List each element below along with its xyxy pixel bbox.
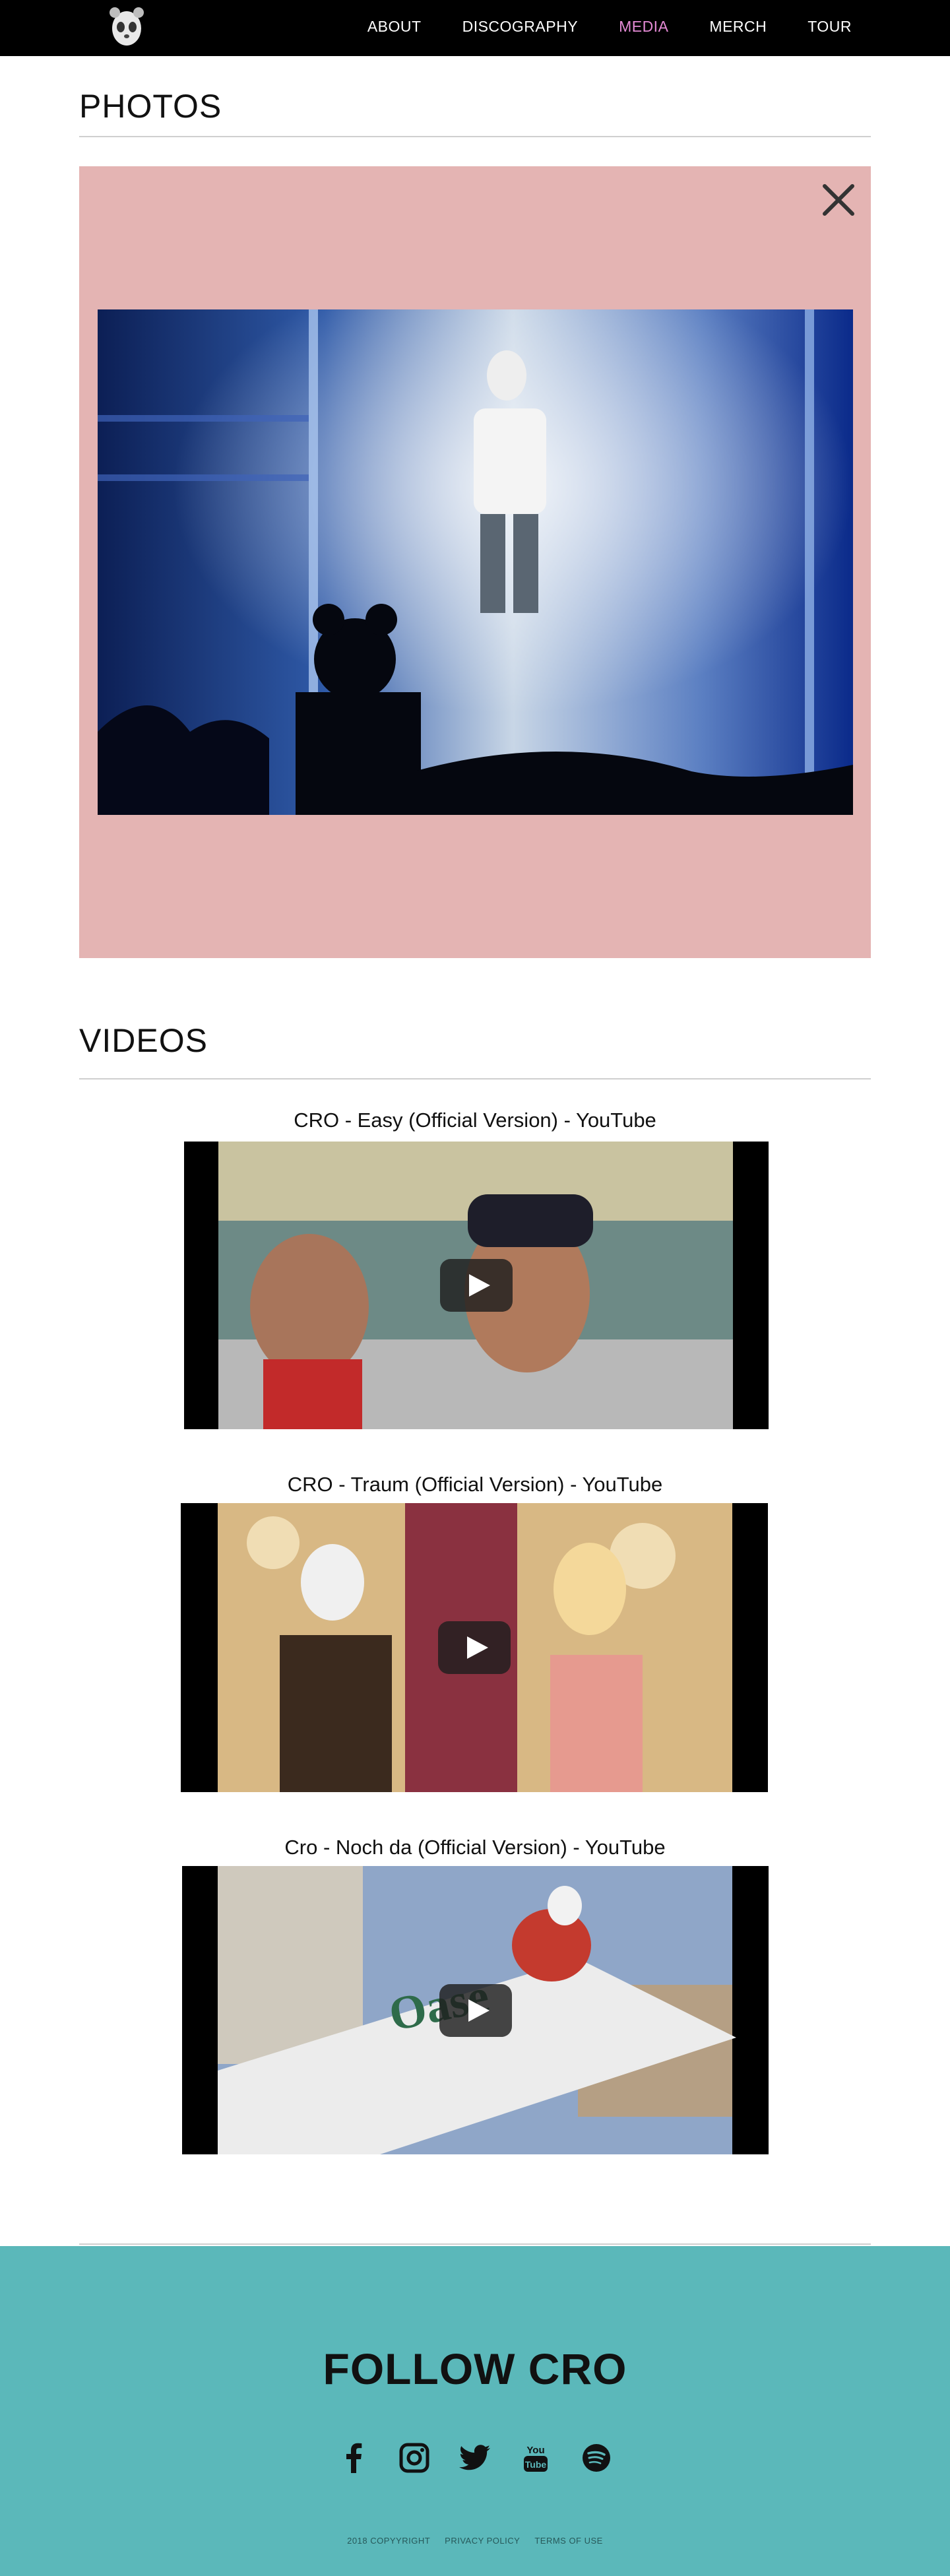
video-player-traum[interactable] (181, 1503, 768, 1792)
svg-text:You: You (526, 2445, 544, 2456)
panda-logo[interactable] (108, 2, 145, 49)
terms-of-use-link[interactable]: TERMS OF USE (534, 2536, 603, 2546)
photos-divider (79, 136, 871, 137)
privacy-policy-link[interactable]: PRIVACY POLICY (445, 2536, 520, 2546)
play-icon[interactable] (439, 1983, 512, 2037)
play-icon[interactable] (438, 1621, 511, 1674)
svg-text:Tube: Tube (525, 2459, 547, 2470)
nav-item-tour[interactable]: TOUR (787, 18, 872, 36)
footer: FOLLOW CRO You Tube 2018 COPYYRIGHT PRIV… (0, 2246, 950, 2576)
nav-item-discography[interactable]: DISCOGRAPHY (442, 18, 598, 36)
legal-links: 2018 COPYYRIGHT PRIVACY POLICY TERMS OF … (0, 2536, 950, 2546)
videos-heading: VIDEOS (79, 1022, 208, 1059)
top-navigation: ABOUT DISCOGRAPHY MEDIA MERCH TOUR (0, 0, 950, 56)
videos-divider (79, 1078, 871, 1079)
nav-item-media[interactable]: MEDIA (598, 18, 689, 36)
spotify-icon[interactable] (579, 2441, 614, 2475)
follow-heading: FOLLOW CRO (323, 2344, 627, 2393)
twitter-icon[interactable] (458, 2441, 492, 2475)
nav-item-about[interactable]: ABOUT (347, 18, 442, 36)
close-icon[interactable] (819, 181, 858, 219)
footer-divider (79, 2243, 871, 2245)
photo-lightbox (79, 166, 871, 958)
photos-heading: PHOTOS (79, 88, 222, 125)
instagram-icon[interactable] (397, 2441, 431, 2475)
play-icon[interactable] (440, 1259, 513, 1312)
video-title-noch-da[interactable]: Cro - Noch da (Official Version) - YouTu… (0, 1836, 950, 1859)
youtube-icon[interactable]: You Tube (519, 2441, 553, 2475)
video-title-easy[interactable]: CRO - Easy (Official Version) - YouTube (0, 1109, 950, 1132)
video-title-traum[interactable]: CRO - Traum (Official Version) - YouTube (0, 1473, 950, 1497)
nav-links: ABOUT DISCOGRAPHY MEDIA MERCH TOUR (347, 0, 872, 53)
concert-photo[interactable] (98, 309, 853, 815)
facebook-icon[interactable] (336, 2441, 371, 2475)
video-player-easy[interactable] (184, 1142, 769, 1429)
copyright-text: 2018 COPYYRIGHT (347, 2536, 431, 2546)
video-player-noch-da[interactable]: Oase (182, 1866, 769, 2154)
nav-item-merch[interactable]: MERCH (689, 18, 787, 36)
social-links: You Tube (0, 2441, 950, 2475)
